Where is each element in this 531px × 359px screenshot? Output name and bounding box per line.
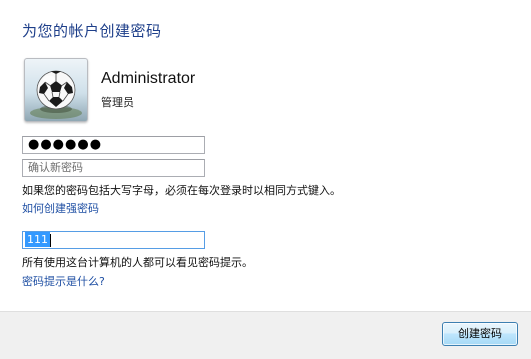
confirm-password-placeholder: 确认新密码	[28, 161, 83, 174]
create-password-page: 为您的帐户创建密码 Administrator 管理员 ●●●●●● 确认新密码	[0, 0, 531, 359]
user-role: 管理员	[101, 96, 134, 109]
confirm-password-field[interactable]: 确认新密码	[22, 159, 205, 177]
hint-visibility-note: 所有使用这台计算机的人都可以看见密码提示。	[22, 256, 253, 269]
password-hint-help-link[interactable]: 密码提示是什么?	[22, 273, 105, 289]
text-caret	[50, 233, 51, 247]
case-sensitivity-note: 如果您的密码包括大写字母，必须在每次登录时以相同方式键入。	[22, 184, 341, 197]
new-password-field[interactable]: ●●●●●●	[22, 136, 205, 154]
strong-password-link[interactable]: 如何创建强密码	[22, 200, 99, 216]
page-title: 为您的帐户创建密码	[22, 22, 162, 40]
create-password-button[interactable]: 创建密码	[442, 322, 518, 346]
user-name: Administrator	[101, 70, 196, 87]
password-dots: ●●●●●●	[28, 137, 103, 152]
user-avatar	[24, 58, 88, 122]
soccer-ball-icon	[30, 70, 82, 119]
password-hint-field[interactable]: 111	[22, 231, 205, 249]
password-hint-value: 111	[25, 232, 50, 247]
